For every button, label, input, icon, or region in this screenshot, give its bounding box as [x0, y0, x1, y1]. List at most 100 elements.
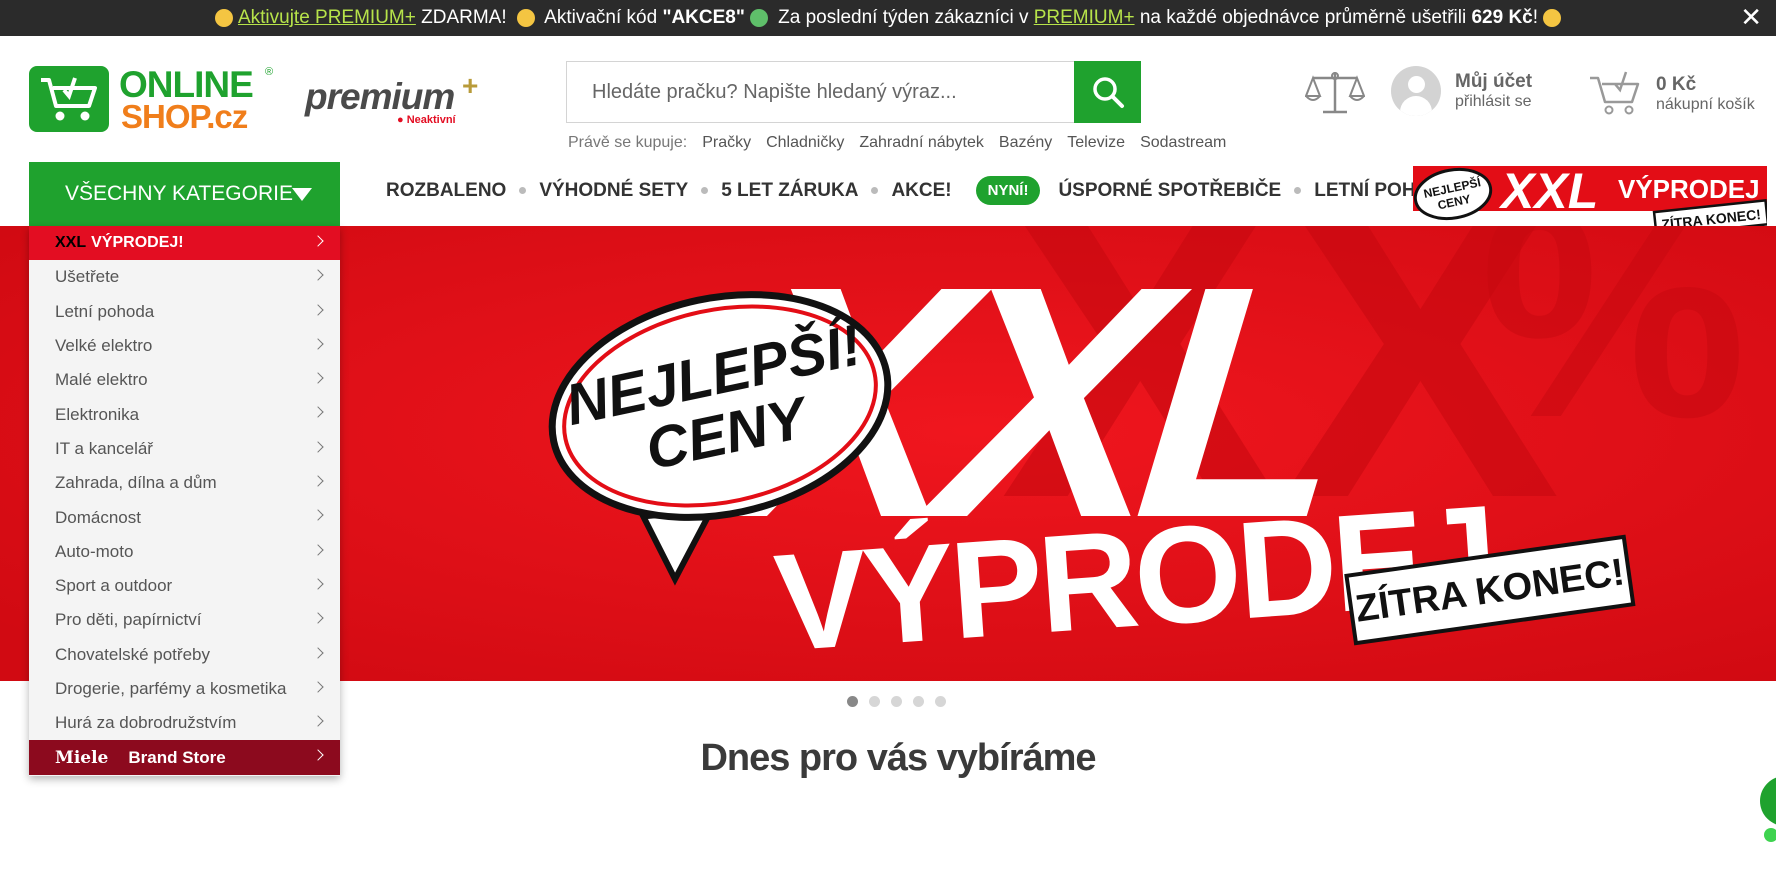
- chevron-right-icon: [312, 441, 324, 453]
- account-title: Můj účet: [1455, 71, 1533, 92]
- compare-button[interactable]: [1304, 68, 1366, 123]
- sidebar-item-label: Malé elektro: [55, 370, 148, 390]
- all-categories-label: VŠECHNY KATEGORIE: [65, 182, 293, 205]
- nav-item-vyhodne-sety[interactable]: VÝHODNÉ SETY: [539, 180, 688, 202]
- category-menu: XXL VÝPRODEJ! Ušetřete Letní pohoda Velk…: [29, 226, 340, 776]
- nav-badge-nyni[interactable]: NYNÍ!: [975, 176, 1041, 205]
- premium-logo-text: premium: [305, 76, 455, 117]
- chevron-right-icon: [312, 372, 324, 384]
- search-bar: [566, 61, 1141, 123]
- search-icon: [1092, 77, 1124, 108]
- sidebar-item-pro-deti[interactable]: Pro děti, papírnictví: [29, 603, 340, 637]
- chevron-right-icon: [312, 235, 324, 247]
- carousel-dot[interactable]: [891, 696, 902, 707]
- sidebar-item-label: Auto-moto: [55, 541, 134, 561]
- chevron-right-icon: [312, 406, 324, 419]
- chevron-right-icon: [312, 303, 324, 316]
- sidebar-item-label: Letní pohoda: [55, 301, 155, 321]
- promo-amount: 629 Kč: [1471, 7, 1533, 28]
- cart-label: nákupní košík: [1656, 96, 1755, 113]
- promo-bar: Aktivujte PREMIUM+ ZDARMA! Aktivační kód…: [0, 0, 1776, 36]
- sidebar-item-chovatelske[interactable]: Chovatelské potřeby: [29, 638, 340, 672]
- nav-item-akce[interactable]: AKCE!: [891, 180, 951, 202]
- search-button[interactable]: [1074, 61, 1141, 123]
- sidebar-item-label: Drogerie, parfémy a kosmetika: [55, 679, 287, 698]
- site-logo[interactable]: ONLINE SHOP.cz ®: [29, 64, 275, 136]
- scales-icon: [1304, 72, 1366, 114]
- carousel-dot[interactable]: [869, 696, 880, 707]
- popular-link[interactable]: Bazény: [999, 134, 1052, 152]
- carousel-dot[interactable]: [847, 696, 858, 707]
- svg-text:%: %: [1480, 226, 1747, 480]
- chevron-right-icon: [312, 509, 324, 522]
- svg-text:VÝPRODEJ: VÝPRODEJ: [1618, 174, 1760, 204]
- chevron-right-icon: [312, 475, 324, 487]
- sidebar-item-elektronika[interactable]: Elektronika: [29, 397, 340, 431]
- cart-button[interactable]: 0 Kč nákupní košík: [1588, 68, 1755, 116]
- sidebar-item-label: Zahrada, dílna a dům: [55, 473, 217, 493]
- popular-link[interactable]: Chladničky: [766, 134, 844, 152]
- account-button[interactable]: Můj účet přihlásit se: [1391, 66, 1532, 116]
- money-icon: [749, 9, 768, 27]
- carousel-dot[interactable]: [935, 696, 946, 707]
- chat-button[interactable]: [1760, 776, 1776, 826]
- logo-text-shop: SHOP.cz: [121, 98, 248, 135]
- sidebar-item-zahrada[interactable]: Zahrada, dílna a dům: [29, 466, 340, 500]
- sidebar-item-label: IT a kancelář: [55, 438, 153, 458]
- popular-searches: Právě se kupuje: Pračky Chladničky Zahra…: [568, 134, 1226, 152]
- sidebar-xxl-prefix: XXL: [55, 234, 87, 252]
- sidebar-item-drogerie[interactable]: Drogerie, parfémy a kosmetika: [29, 672, 340, 706]
- popular-link[interactable]: Zahradní nábytek: [859, 134, 984, 152]
- premium-activate-link[interactable]: Aktivujte PREMIUM+: [238, 7, 416, 29]
- nav-separator: [1294, 187, 1302, 194]
- carousel-dot[interactable]: [913, 696, 924, 707]
- sidebar-item-letni-pohoda[interactable]: Letní pohoda: [29, 295, 340, 329]
- search-input[interactable]: [567, 62, 1074, 122]
- close-icon[interactable]: ✕: [1740, 2, 1762, 33]
- sidebar-item-it-a-kancelar[interactable]: IT a kancelář: [29, 432, 340, 466]
- popular-link[interactable]: Pračky: [702, 134, 751, 152]
- cart-total: 0 Kč: [1656, 74, 1697, 95]
- nav-item-usporne-spotrebice[interactable]: ÚSPORNÉ SPOTŘEBIČE: [1058, 180, 1281, 202]
- logo-registered: ®: [265, 66, 274, 78]
- chevron-right-icon: [312, 544, 324, 556]
- premium-status[interactable]: premium + ● Neaktivní: [305, 70, 485, 126]
- popular-label: Právě se kupuje:: [568, 134, 688, 151]
- chevron-right-icon: [312, 715, 324, 727]
- premium-link[interactable]: PREMIUM+: [1034, 7, 1135, 29]
- premium-plus: +: [462, 70, 479, 101]
- all-categories-button[interactable]: VŠECHNY KATEGORIE: [29, 162, 340, 226]
- promo-text: Aktivační kód: [539, 7, 663, 28]
- nav-separator: [871, 187, 879, 194]
- chevron-right-icon: [312, 338, 324, 350]
- pointing-hand-icon: [516, 9, 535, 27]
- promo-text: !: [1532, 7, 1539, 28]
- sidebar-item-label: Elektronika: [55, 404, 140, 424]
- nav-separator: [519, 187, 527, 194]
- svg-text:XXL: XXL: [1498, 166, 1598, 219]
- nav-item-rozbaleno[interactable]: ROZBALENO: [386, 180, 506, 202]
- main-nav: ROZBALENO VÝHODNÉ SETY 5 LET ZÁRUKA AKCE…: [386, 176, 1458, 205]
- promo-code: "AKCE8": [662, 7, 745, 28]
- popular-link[interactable]: Televize: [1067, 134, 1125, 152]
- popular-link[interactable]: Sodastream: [1140, 134, 1226, 152]
- sidebar-item-sport-a-outdoor[interactable]: Sport a outdoor: [29, 569, 340, 603]
- sidebar-item-domacnost[interactable]: Domácnost: [29, 500, 340, 534]
- sidebar-item-label: Sport a outdoor: [55, 576, 173, 596]
- chevron-right-icon: [312, 612, 324, 624]
- sidebar-item-usetrete[interactable]: Ušetřete: [29, 260, 340, 294]
- sidebar-item-auto-moto[interactable]: Auto-moto: [29, 535, 340, 569]
- sidebar-item-velke-elektro[interactable]: Velké elektro: [29, 329, 340, 363]
- sidebar-item-hura-za-dobrodruzstvim[interactable]: Hurá za dobrodružstvím: [29, 706, 340, 740]
- sidebar-item-xxl-vyprodej[interactable]: XXL VÝPRODEJ!: [29, 226, 340, 261]
- star-eyes-icon: [1543, 9, 1562, 27]
- nav-separator: [701, 187, 709, 194]
- sidebar-item-label: VÝPRODEJ!: [91, 234, 184, 252]
- carousel-dots: [847, 696, 946, 707]
- sidebar-item-male-elektro[interactable]: Malé elektro: [29, 363, 340, 397]
- chevron-right-icon: [312, 578, 324, 590]
- sidebar-item-label: Ušetřete: [55, 267, 120, 287]
- nav-item-5-let-zaruka[interactable]: 5 LET ZÁRUKA: [721, 180, 858, 202]
- section-title: Dnes pro vás vybíráme: [700, 737, 1096, 779]
- sidebar-item-label: Hurá za dobrodružstvím: [55, 713, 237, 733]
